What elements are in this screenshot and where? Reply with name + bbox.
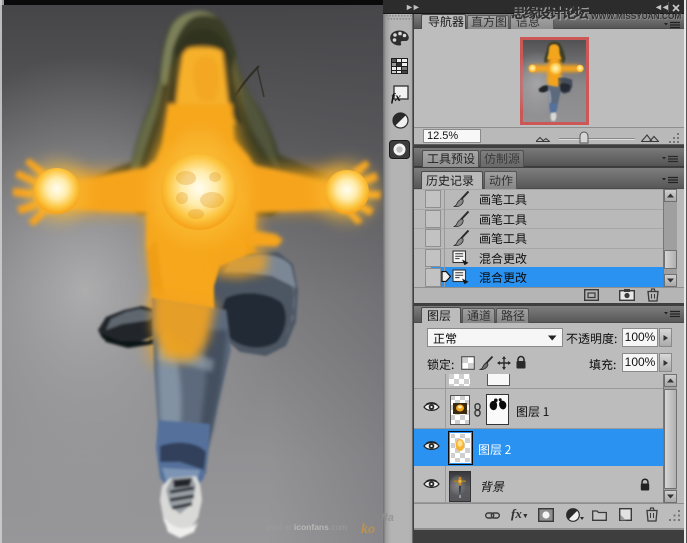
svg-text:post at iconfans.com: post at iconfans.com <box>266 522 347 532</box>
svg-text:ko: ko <box>361 522 375 537</box>
svg-text:fx: fx <box>391 90 401 104</box>
